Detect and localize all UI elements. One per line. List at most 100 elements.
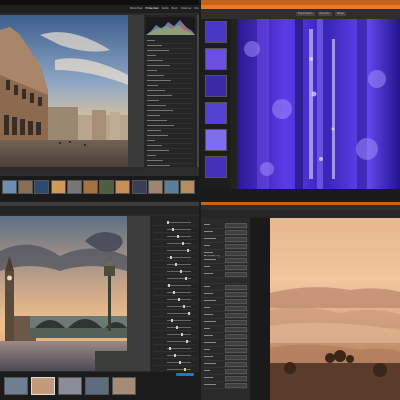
panel-row[interactable] bbox=[147, 105, 193, 109]
panel-row[interactable] bbox=[147, 155, 193, 159]
module-tab-drucken[interactable]: Drucken bbox=[194, 7, 199, 11]
settings-row[interactable] bbox=[203, 340, 248, 347]
toolbar-button-drucken[interactable]: Drucken bbox=[317, 12, 332, 16]
browser-thumb[interactable] bbox=[205, 75, 227, 97]
tool-row[interactable] bbox=[153, 310, 196, 317]
panel-row[interactable] bbox=[147, 95, 193, 99]
filmstrip-thumb[interactable] bbox=[131, 180, 147, 194]
settings-row[interactable] bbox=[203, 298, 248, 305]
settings-row[interactable] bbox=[203, 333, 248, 340]
browser-thumb[interactable] bbox=[205, 102, 227, 124]
panel-row[interactable] bbox=[147, 115, 193, 119]
tool-row[interactable] bbox=[153, 331, 196, 338]
panel-row[interactable] bbox=[147, 65, 193, 69]
settings-row[interactable] bbox=[203, 312, 248, 319]
tool-row[interactable] bbox=[153, 338, 196, 345]
tool-row[interactable] bbox=[153, 261, 196, 268]
filmstrip-thumb[interactable] bbox=[99, 180, 115, 194]
panel-row[interactable] bbox=[147, 140, 193, 144]
tool-row[interactable] bbox=[153, 359, 196, 366]
settings-row[interactable] bbox=[203, 257, 248, 264]
panel-row[interactable] bbox=[147, 130, 193, 134]
settings-row[interactable] bbox=[203, 222, 248, 229]
tool-row[interactable] bbox=[153, 345, 196, 352]
module-tab-karte[interactable]: Karte bbox=[162, 7, 169, 11]
settings-row[interactable] bbox=[203, 284, 248, 291]
settings-row[interactable] bbox=[203, 291, 248, 298]
filmstrip-thumb[interactable] bbox=[66, 180, 82, 194]
panel-row[interactable] bbox=[147, 80, 193, 84]
panel-row[interactable] bbox=[147, 100, 193, 104]
tool-row[interactable] bbox=[153, 282, 196, 289]
toolbar-button-exportieren[interactable]: Exportieren bbox=[296, 12, 315, 16]
tool-row[interactable] bbox=[153, 289, 196, 296]
settings-row[interactable] bbox=[203, 319, 248, 326]
filmstrip-thumb[interactable] bbox=[112, 377, 136, 395]
filmstrip-thumb[interactable] bbox=[31, 377, 55, 395]
panel-row[interactable] bbox=[147, 125, 193, 129]
panel-row[interactable] bbox=[147, 75, 193, 79]
settings-row[interactable] bbox=[203, 354, 248, 361]
settings-row[interactable] bbox=[203, 382, 248, 389]
settings-row[interactable] bbox=[203, 347, 248, 354]
panel-row[interactable] bbox=[147, 40, 193, 44]
tool-row[interactable] bbox=[153, 324, 196, 331]
tool-row[interactable] bbox=[153, 254, 196, 261]
settings-row[interactable] bbox=[203, 250, 248, 257]
panel-row[interactable] bbox=[147, 70, 193, 74]
filmstrip-thumb[interactable] bbox=[147, 180, 163, 194]
panel-row[interactable] bbox=[147, 120, 193, 124]
filmstrip-thumb[interactable] bbox=[4, 377, 28, 395]
module-tab-diashow[interactable]: Diashow bbox=[181, 7, 192, 11]
tool-row[interactable] bbox=[153, 275, 196, 282]
tool-row[interactable] bbox=[153, 296, 196, 303]
module-tab-buch[interactable]: Buch bbox=[172, 7, 178, 11]
tool-row[interactable] bbox=[153, 226, 196, 233]
filmstrip-thumb[interactable] bbox=[50, 180, 66, 194]
filmstrip-thumb[interactable] bbox=[2, 180, 17, 194]
filmstrip-thumb[interactable] bbox=[180, 180, 196, 194]
filmstrip-action-button[interactable] bbox=[176, 373, 194, 376]
filmstrip-thumb[interactable] bbox=[115, 180, 131, 194]
module-tab-bibliothek[interactable]: Bibliothek bbox=[130, 7, 142, 11]
tool-row[interactable] bbox=[153, 352, 196, 359]
browser-thumb[interactable] bbox=[205, 156, 227, 178]
tool-row[interactable] bbox=[153, 247, 196, 254]
filmstrip-thumb[interactable] bbox=[34, 180, 50, 194]
tool-row[interactable] bbox=[153, 233, 196, 240]
panel-scrollbar[interactable] bbox=[197, 15, 199, 167]
browser-thumb[interactable] bbox=[205, 129, 227, 151]
filmstrip-thumb[interactable] bbox=[164, 180, 179, 194]
browser-thumb[interactable] bbox=[205, 48, 227, 70]
tool-row[interactable] bbox=[153, 317, 196, 324]
filmstrip-thumb[interactable] bbox=[85, 377, 109, 395]
filmstrip-thumb[interactable] bbox=[83, 180, 98, 194]
panel-row[interactable] bbox=[147, 135, 193, 139]
panel-row[interactable] bbox=[147, 145, 193, 149]
browser-thumb[interactable] bbox=[205, 21, 227, 43]
panel-row[interactable] bbox=[147, 160, 193, 164]
tool-row[interactable] bbox=[153, 240, 196, 247]
settings-row[interactable] bbox=[203, 271, 248, 278]
panel-row[interactable] bbox=[147, 60, 193, 64]
settings-row[interactable] bbox=[203, 375, 248, 382]
panel-row[interactable] bbox=[147, 90, 193, 94]
panel-row[interactable] bbox=[147, 165, 193, 169]
settings-row[interactable] bbox=[203, 305, 248, 312]
tool-row[interactable] bbox=[153, 303, 196, 310]
settings-row[interactable] bbox=[203, 326, 248, 333]
settings-row[interactable] bbox=[203, 361, 248, 368]
panel-row[interactable] bbox=[147, 45, 193, 49]
filmstrip-thumb[interactable] bbox=[18, 180, 34, 194]
tool-row[interactable] bbox=[153, 219, 196, 226]
settings-row[interactable] bbox=[203, 236, 248, 243]
tool-row[interactable] bbox=[153, 268, 196, 275]
settings-row[interactable] bbox=[203, 229, 248, 236]
panel-row[interactable] bbox=[147, 110, 193, 114]
panel-row[interactable] bbox=[147, 150, 193, 154]
panel-row[interactable] bbox=[147, 85, 193, 89]
toolbar-button-teilen[interactable]: Teilen bbox=[334, 12, 347, 16]
filmstrip-thumb[interactable] bbox=[58, 377, 82, 395]
panel-row[interactable] bbox=[147, 55, 193, 59]
settings-row[interactable] bbox=[203, 368, 248, 375]
